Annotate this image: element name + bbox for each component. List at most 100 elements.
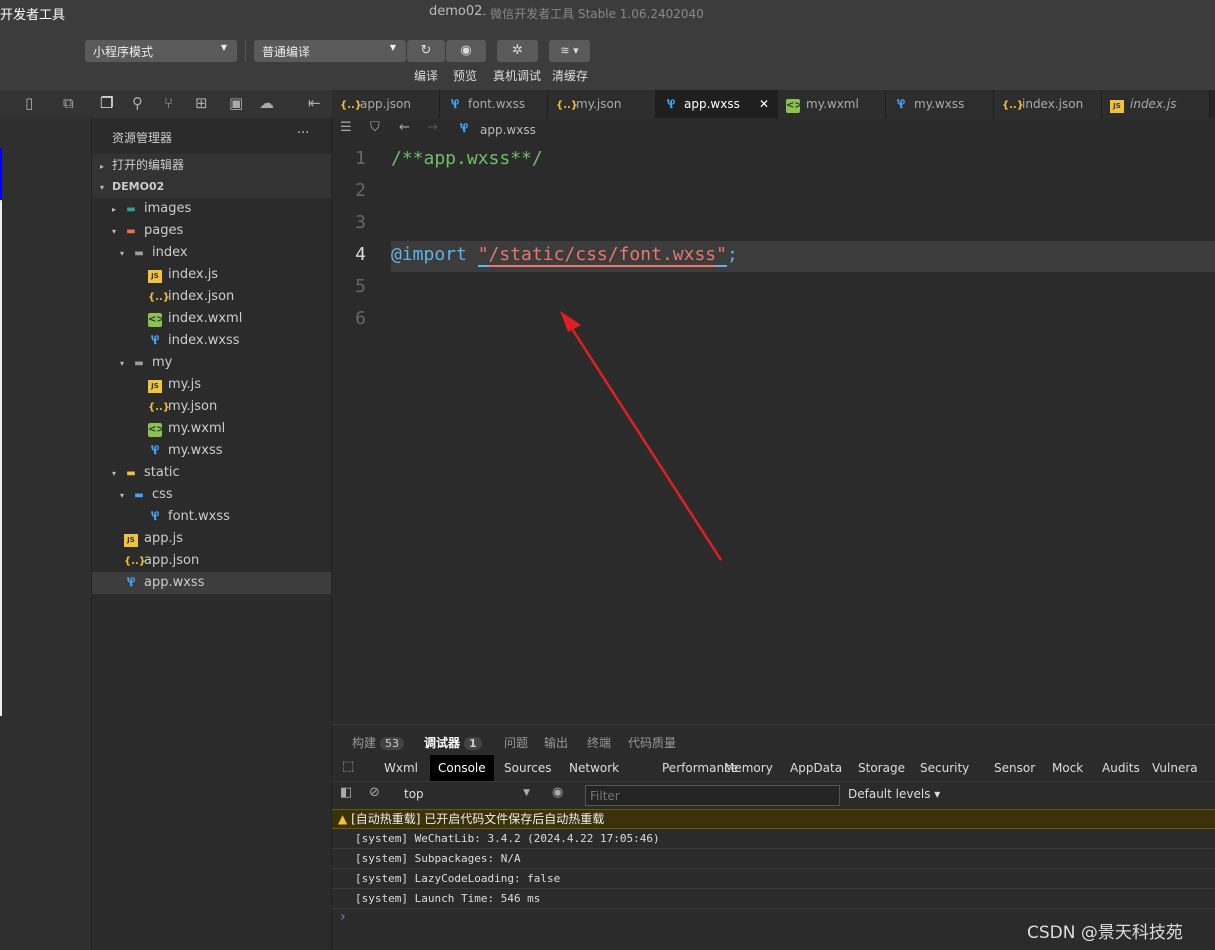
tree-item[interactable]: <> index.wxml [92,308,331,330]
devtools-tab-security[interactable]: Security [920,755,969,781]
simulator-edge-blue [0,148,2,200]
remote-debug-button[interactable]: ✲ [497,40,538,62]
tree-item[interactable]: Ⳡindex.wxss [92,330,331,352]
wxml-file-icon: <> [148,423,165,437]
bug-icon: ✲ [512,43,523,58]
tree-item[interactable]: ▾ ▬ my [92,352,331,374]
devtools-tab-wxml[interactable]: Wxml [384,755,418,781]
window-icon[interactable]: ⧉ [63,94,74,112]
tree-item[interactable]: JS app.js [92,528,331,550]
open-editors-section[interactable]: ▸ 打开的编辑器 [92,154,331,176]
panel-tab[interactable]: 构建 53 [352,734,405,751]
refresh-icon: ↻ [420,43,432,58]
clear-cache-label[interactable]: 清缓存 [552,67,588,84]
tab-my-wxss[interactable]: Ⳡmy.wxss [886,90,994,118]
css-file-icon: Ⳡ [127,575,135,590]
tree-item[interactable]: ▸ ▬ images [92,198,331,220]
inspect-element-icon[interactable]: ⬚ [342,759,354,774]
clear-console-icon[interactable]: ⊘ [369,785,380,800]
tree-item[interactable]: ▾ ▬ index [92,242,331,264]
compile-mode-select[interactable]: 普通编译 ▼ [254,40,406,62]
tree-item[interactable]: Ⳡfont.wxss [92,506,331,528]
search-icon[interactable]: ⚲ [132,94,143,112]
panel-tab[interactable]: 终端 [587,734,611,751]
more-icon[interactable]: ··· [297,126,309,141]
devtools-tab-vulnera[interactable]: Vulnera [1152,755,1198,781]
devtools-tab-appdata[interactable]: AppData [790,755,842,781]
tab-index-json[interactable]: {..}index.json [994,90,1102,118]
caret-down-icon: ▼ [220,43,227,52]
filter-input[interactable] [585,785,840,806]
css-file-icon: Ⳡ [151,509,159,524]
mode-select[interactable]: 小程序模式 ▼ [85,40,237,62]
devtools-tab-memory[interactable]: Memory [724,755,773,781]
devtools-tab-sources[interactable]: Sources [504,755,551,781]
clear-cache-button[interactable]: ≋ ▾ [549,40,590,62]
tree-item[interactable]: ▾ ▬ css [92,484,331,506]
tree-item[interactable]: JS my.js [92,374,331,396]
panel-tab[interactable]: 调试器 1 [424,734,482,751]
close-icon[interactable]: ✕ [759,90,769,118]
open-editors-label: 打开的编辑器 [112,158,185,172]
tree-item[interactable]: {..}my.json [92,396,331,418]
tree-item[interactable]: <> my.wxml [92,418,331,440]
panel-tab-label: 代码质量 [628,736,677,750]
pages-folder-icon: ▬ [126,226,136,237]
tree-item[interactable]: Ⳡapp.wxss [92,572,331,594]
phone-icon[interactable]: ▯ [25,94,33,112]
project-section[interactable]: ▾ DEMO02 [92,176,331,198]
compile-label[interactable]: 编译 [414,67,438,84]
devtools-tab-network[interactable]: Network [569,755,619,781]
remote-debug-label[interactable]: 真机调试 [493,67,541,84]
git-branch-icon[interactable]: ⑂ [164,94,173,112]
tab-app-json[interactable]: {..}app.json [332,90,440,118]
tree-item[interactable]: Ⳡmy.wxss [92,440,331,462]
tree-item-label: index.js [168,267,219,282]
devtools-tab-audits[interactable]: Audits [1102,755,1140,781]
tree-item[interactable]: ▾ ▬ pages [92,220,331,242]
wxml-file-icon: <> [786,99,803,113]
simulator-edge [0,148,2,716]
tree-item[interactable]: {..}app.json [92,550,331,572]
count-badge: 53 [380,737,405,750]
code-editor[interactable]: ☰ ⛉ ← → Ⳡ app.wxss 1/**app.wxss**/2 3 4 @im… [332,118,1215,724]
context-select[interactable]: top ▼ [398,785,534,805]
tree-item-label: index.json [168,289,235,304]
devtools-tab-mock[interactable]: Mock [1052,755,1083,781]
tab-index-js[interactable]: JS index.js [1102,90,1210,118]
panel-tab-label: 输出 [544,736,569,750]
preview-label[interactable]: 预览 [453,67,477,84]
panel-tab[interactable]: 输出 [544,734,568,751]
panel-tab-label: 构建 [352,736,377,750]
tab-my-wxml[interactable]: <> my.wxml [778,90,886,118]
docker-icon[interactable]: ☁ [259,94,274,112]
eye-icon[interactable]: ◉ [552,785,563,800]
log-levels-select[interactable]: Default levels ▾ [848,787,940,801]
tree-item-label: my.wxml [168,421,226,436]
console-prompt[interactable]: › [340,909,346,925]
sidebar-toggle-icon[interactable]: ◧ [340,785,352,800]
tree-item[interactable]: {..}index.json [92,286,331,308]
tree-item[interactable]: ▾ ▬ static [92,462,331,484]
explorer-sidebar: ❐ ⚲ ⑂ ⊞ ▣ ☁ ⇤ 资源管理器 ··· ▸ 打开的编辑器 ▾ DEMO02 … [92,90,332,950]
tab-label: my.wxss [914,97,965,111]
collapse-panel-icon[interactable]: ⇤ [308,94,321,112]
tab-my-json[interactable]: {..}my.json [548,90,656,118]
panel-tab-label: 问题 [504,736,529,750]
save-icon[interactable]: ▣ [229,94,243,112]
activity-bar: ❐ ⚲ ⑂ ⊞ ▣ ☁ ⇤ [92,90,332,118]
panel-tab[interactable]: 问题 [504,734,528,751]
compile-button[interactable]: ↻ [407,40,445,62]
json-file-icon: {..} [148,402,170,413]
extensions-icon[interactable]: ⊞ [195,94,208,112]
preview-button[interactable]: ◉ [446,40,486,62]
tab-app-wxss[interactable]: Ⳡapp.wxss ✕ [656,90,778,118]
tree-item[interactable]: JS index.js [92,264,331,286]
devtools-tab-console[interactable]: Console [430,755,494,781]
panel-tab[interactable]: 代码质量 [628,734,676,751]
devtools-tab-storage[interactable]: Storage [858,755,905,781]
files-icon[interactable]: ❐ [100,94,113,112]
folder-icon: ▬ [134,248,144,259]
tab-font-wxss[interactable]: Ⳡfont.wxss [440,90,548,118]
devtools-tab-sensor[interactable]: Sensor [994,755,1035,781]
